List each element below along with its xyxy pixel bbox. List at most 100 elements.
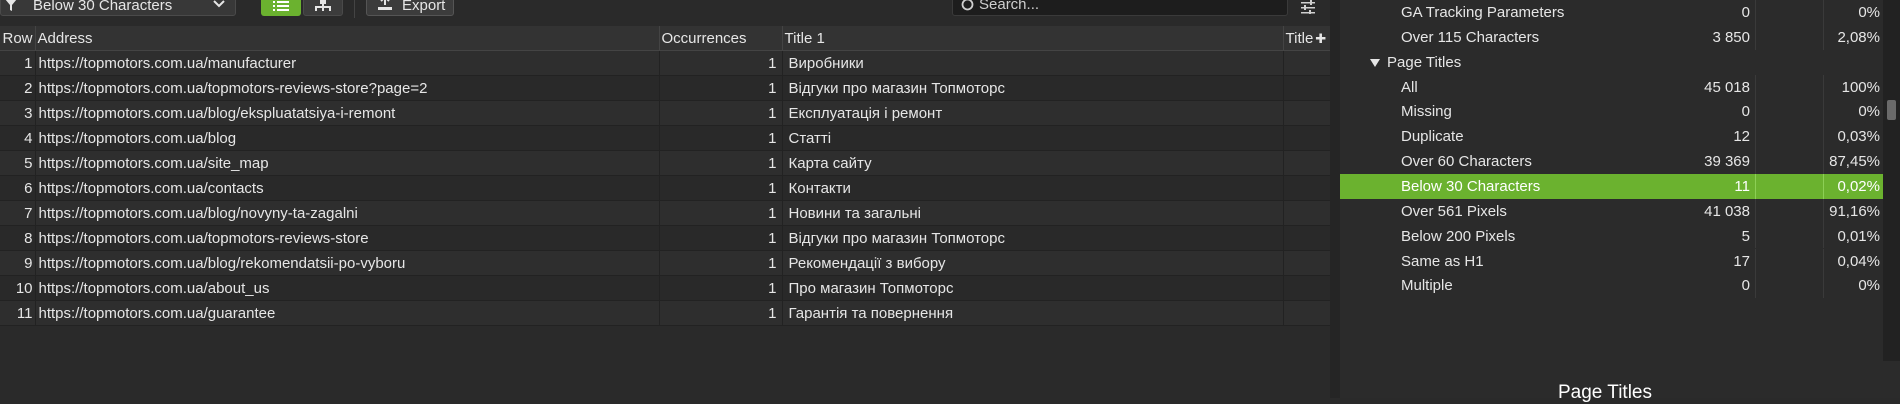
column-divider [1755,0,1756,25]
occurrences-cell: 1 [659,300,783,326]
column-header-row[interactable]: Row [0,26,36,51]
row-number-cell: 9 [0,250,36,276]
list-view-button[interactable] [261,0,301,16]
column-divider [1755,198,1756,224]
occurrences-cell: 1 [659,200,783,226]
overview-item-percent: 0,02% [1837,177,1880,195]
row-number-cell: 10 [0,275,36,301]
title-extra-cell [1283,50,1331,76]
export-button-label: Export [402,0,446,14]
row-number-cell: 8 [0,225,36,251]
search-icon [961,0,974,11]
table-row[interactable]: 11 https://topmotors.com.ua/guarantee 1 Гар… [0,300,1331,326]
overview-section-header[interactable]: Page Titles [1340,50,1883,75]
occurrences-cell: 1 [659,100,783,126]
overview-item-count: 11 [1734,177,1750,195]
column-divider [1755,24,1756,50]
title-cell: Відгуки про магазин Топмоторс [782,225,1284,251]
title-cell: Статті [782,125,1284,151]
table-row[interactable]: 9 https://topmotors.com.ua/blog/rekomenda… [0,250,1331,276]
table-row[interactable]: 7 https://topmotors.com.ua/blog/novyny-ta… [0,200,1331,226]
row-number-cell: 3 [0,100,36,126]
overview-item-label: Duplicate [1401,128,1464,146]
column-header-occurrences[interactable]: Occurrences [659,26,783,51]
overview-item[interactable]: Over 115 Characters 3 850 2,08% [1340,24,1883,50]
overview-item-count: 41 038 [1704,202,1750,220]
overview-item-label: Below 200 Pixels [1401,227,1516,245]
address-cell: https://topmotors.com.ua/blog/rekomendat… [35,250,660,276]
column-divider [1755,74,1756,100]
title-cell: Виробники [782,50,1284,76]
overview-item-label: All [1401,78,1418,96]
overview-item[interactable]: Missing 0 0% [1340,99,1883,125]
overview-item-label: Missing [1401,103,1452,121]
column-header-title-1[interactable]: Title 1 [782,26,1284,51]
overview-item[interactable]: Same as H1 17 0,04% [1340,248,1883,274]
column-divider [1755,223,1756,249]
overview-item[interactable]: Duplicate 12 0,03% [1340,124,1883,150]
detail-panel-title: Page Titles [1558,382,1652,403]
table-row[interactable]: 4 https://topmotors.com.ua/blog 1 Статті [0,125,1331,151]
occurrences-cell: 1 [659,175,783,201]
title-extra-cell [1283,125,1331,151]
row-number-cell: 2 [0,75,36,101]
overview-item[interactable]: Over 60 Characters 39 369 87,45% [1340,149,1883,174]
title-cell: Відгуки про магазин Топмоторс [782,75,1284,101]
occurrences-cell: 1 [659,250,783,276]
filter-dropdown[interactable]: Below 30 Characters [0,0,236,16]
funnel-icon [5,0,17,11]
overview-item[interactable]: All 45 018 100% [1340,74,1883,100]
column-header-title[interactable]: Title ✚ [1283,26,1331,51]
address-cell: https://topmotors.com.ua/about_us [35,275,660,301]
overview-item-label: Page Titles [1387,53,1462,71]
column-divider [1755,124,1756,150]
occurrences-cell: 1 [659,150,783,176]
address-cell: https://topmotors.com.ua/blog/novyny-ta-… [35,200,660,226]
table-row[interactable]: 8 https://topmotors.com.ua/topmotors-revi… [0,225,1331,251]
tree-view-button[interactable] [303,0,343,16]
column-divider [1755,149,1756,174]
overview-pane: GA Tracking Parameters 0 0% Over 115 Charac… [1330,0,1900,403]
scrollbar-thumb[interactable] [1887,100,1896,120]
column-header-address[interactable]: Address [35,26,660,51]
overview-item[interactable]: Multiple 0 0% [1340,273,1883,299]
table-row[interactable]: 3 https://topmotors.com.ua/blog/ekspluata… [0,100,1331,126]
overview-item-label: Over 561 Pixels [1401,202,1507,220]
filter-settings-icon[interactable] [1300,0,1316,14]
table-row[interactable]: 1 https://topmotors.com.ua/manufacturer 1 В… [0,50,1331,76]
column-divider [1755,273,1756,299]
results-table: Row Address Occurrences Title 1 Title ✚ 1… [0,26,1331,326]
title-extra-cell [1283,175,1331,201]
table-row[interactable]: 5 https://topmotors.com.ua/site_map 1 Карта… [0,150,1331,176]
overview-item-count: 12 [1733,128,1750,146]
row-number-cell: 1 [0,50,36,76]
title-cell: Контакти [782,175,1284,201]
overview-item-label: GA Tracking Parameters [1401,4,1565,21]
expand-triangle-icon[interactable] [1370,58,1380,67]
overview-scrollbar[interactable] [1883,0,1900,361]
occurrences-cell: 1 [659,50,783,76]
search-input[interactable] [977,0,1271,15]
overview-item[interactable]: Below 200 Pixels 5 0,01% [1340,223,1883,249]
overview-item[interactable]: Over 561 Pixels 41 038 91,16% [1340,198,1883,224]
table-row[interactable]: 2 https://topmotors.com.ua/topmotors-revi… [0,75,1331,101]
occurrences-cell: 1 [659,125,783,151]
title-cell: Рекомендації з вибору [782,250,1284,276]
overview-item-percent: 0% [1858,277,1880,295]
title-extra-cell [1283,200,1331,226]
table-row[interactable]: 6 https://topmotors.com.ua/contacts 1 Конта… [0,175,1331,201]
overview-item-percent: 0,01% [1837,227,1880,245]
add-column-icon[interactable]: ✚ [1315,31,1326,47]
row-number-cell: 4 [0,125,36,151]
table-row[interactable]: 10 https://topmotors.com.ua/about_us 1 Про … [0,275,1331,301]
row-number-cell: 7 [0,200,36,226]
export-button[interactable]: Export [366,0,454,16]
overview-item-label: Below 30 Characters [1401,177,1541,195]
chevron-down-icon [213,0,225,8]
overview-item-count: 3 850 [1712,28,1750,46]
overview-item-percent: 100% [1841,78,1880,96]
address-cell: https://topmotors.com.ua/blog [35,125,660,151]
main-pane: Below 30 Characters Export Search... Row… [0,0,1331,398]
overview-item[interactable]: GA Tracking Parameters 0 0% [1340,0,1883,25]
overview-item-selected[interactable]: Below 30 Characters 11 0,02% [1340,173,1883,199]
